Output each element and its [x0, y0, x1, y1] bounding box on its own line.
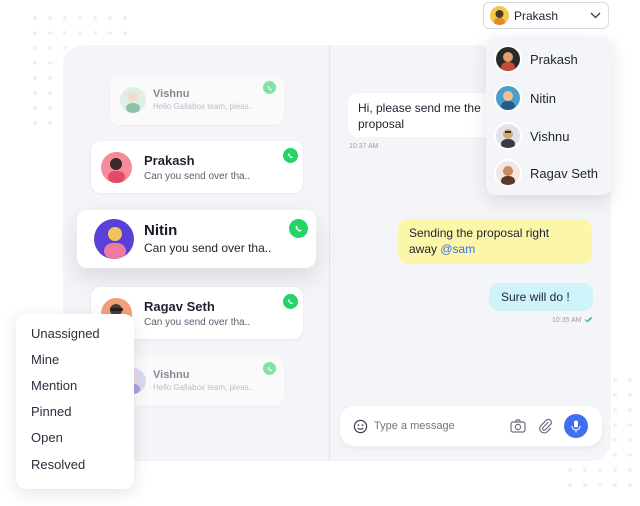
- divider: [329, 45, 330, 461]
- whatsapp-icon: [263, 81, 276, 94]
- whatsapp-icon: [263, 362, 276, 375]
- message-timestamp: 10:37 AM: [349, 143, 379, 150]
- message-line: away @sam: [409, 241, 581, 257]
- user-select[interactable]: Prakash: [483, 2, 609, 29]
- filter-open[interactable]: Open: [31, 430, 63, 445]
- filter-pinned[interactable]: Pinned: [31, 404, 71, 419]
- contact-name: Vishnu: [153, 88, 190, 100]
- whatsapp-icon: [283, 294, 298, 309]
- message-timestamp: 10:35 AM: [552, 317, 582, 324]
- message-preview: Can you send over tha..: [144, 171, 251, 182]
- chevron-down-icon: [590, 12, 601, 19]
- dropdown-option[interactable]: Ragav Seth: [496, 159, 598, 187]
- dropdown-option[interactable]: Prakash: [496, 45, 578, 73]
- outgoing-message: Sure will do !: [489, 283, 593, 311]
- option-label: Vishnu: [530, 128, 570, 144]
- dropdown-option[interactable]: Vishnu: [496, 122, 570, 150]
- camera-icon[interactable]: [510, 419, 526, 433]
- attachment-icon[interactable]: [538, 417, 552, 434]
- mention-tag[interactable]: @sam: [440, 242, 475, 256]
- voice-record-button[interactable]: [564, 414, 588, 438]
- message-preview: Can you send over tha..: [144, 241, 272, 255]
- message-input[interactable]: [374, 417, 504, 435]
- contact-name: Vishnu: [153, 369, 190, 381]
- conversation-item-active[interactable]: Nitin Can you send over tha..: [77, 210, 316, 268]
- emoji-icon[interactable]: [353, 419, 368, 434]
- option-label: Ragav Seth: [530, 165, 598, 181]
- contact-name: Ragav Seth: [144, 299, 215, 314]
- avatar: [94, 219, 134, 259]
- message-preview: Hello Gallabox team, pleas..: [153, 102, 254, 111]
- internal-note: Sending the proposal right away @sam: [398, 219, 592, 264]
- whatsapp-icon: [289, 219, 308, 238]
- avatar: [496, 161, 520, 185]
- contact-name: Prakash: [144, 153, 195, 168]
- option-label: Prakash: [530, 51, 578, 67]
- selected-user: Prakash: [514, 9, 559, 23]
- conversation-item[interactable]: Prakash Can you send over tha..: [91, 141, 303, 193]
- avatar: [496, 124, 520, 148]
- message-composer: [340, 406, 602, 446]
- message-line: Sending the proposal right: [409, 226, 550, 240]
- avatar: [496, 47, 520, 71]
- avatar: [101, 152, 132, 183]
- microphone-icon: [571, 420, 581, 432]
- filter-mine[interactable]: Mine: [31, 352, 59, 367]
- message-line: proposal: [358, 117, 405, 131]
- avatar: [496, 86, 520, 110]
- contact-name: Nitin: [144, 222, 178, 239]
- incoming-message: Hi, please send me the proposal: [348, 93, 498, 137]
- filter-mention[interactable]: Mention: [31, 378, 77, 393]
- filter-unassigned[interactable]: Unassigned: [31, 326, 100, 341]
- message-text: Sure will do !: [501, 290, 570, 304]
- avatar: [490, 6, 509, 25]
- message-preview: Can you send over tha..: [144, 317, 251, 328]
- dropdown-option[interactable]: Nitin: [496, 84, 556, 112]
- user-dropdown-menu: Prakash Nitin Vishnu Ragav Seth: [486, 37, 612, 195]
- read-tick-icon: [584, 317, 593, 323]
- option-label: Nitin: [530, 90, 557, 106]
- conversation-item[interactable]: Vishnu Hello Gallabox team, pleas..: [110, 356, 284, 406]
- conversation-filter-menu: Unassigned Mine Mention Pinned Open Reso…: [16, 314, 134, 489]
- whatsapp-icon: [283, 148, 298, 163]
- message-preview: Hello Gallabox team, pleas..: [153, 383, 254, 392]
- message-text: away: [409, 242, 441, 256]
- filter-resolved[interactable]: Resolved: [31, 457, 85, 472]
- conversation-item[interactable]: Vishnu Hello Gallabox team, pleas..: [110, 75, 284, 125]
- avatar: [120, 87, 146, 113]
- message-line: Hi, please send me the: [358, 101, 481, 115]
